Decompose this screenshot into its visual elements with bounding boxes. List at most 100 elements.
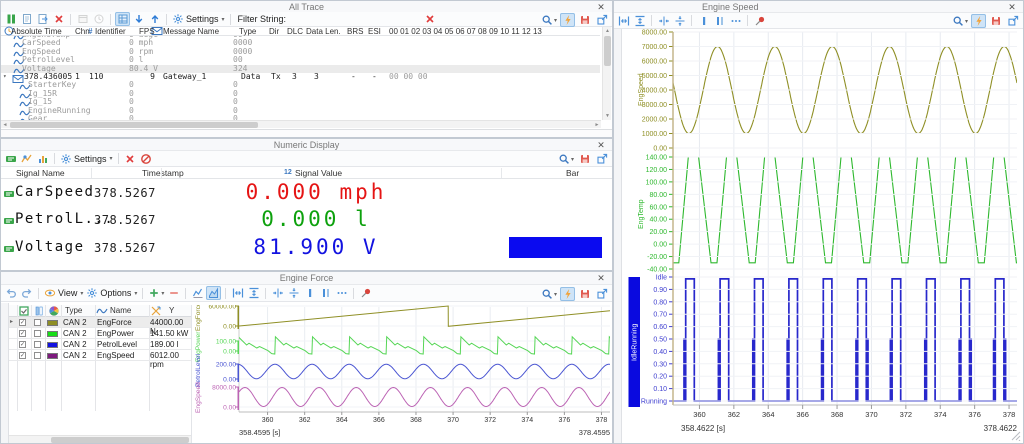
distribute-vertical-button[interactable] [672, 14, 687, 28]
trace-signal-row[interactable]: StarterKey00 [1, 81, 600, 89]
distribute-horizontal-button[interactable] [656, 14, 671, 28]
fit-horizontal-button[interactable] [230, 286, 245, 300]
pin-measure-button[interactable] [752, 14, 767, 28]
scroll-up-icon[interactable]: ▲ [603, 27, 612, 35]
cursor-double-button[interactable] [318, 286, 333, 300]
legend-row-engspeed[interactable]: ✓CAN 2EngSpeed6012.00 rpm [9, 350, 191, 361]
trace-vertical-scrollbar[interactable]: ▲ ▼ [602, 27, 611, 120]
scroll-down-icon[interactable]: ▼ [603, 112, 612, 120]
more-tools-button[interactable] [728, 14, 743, 28]
cursor-single-button[interactable] [696, 14, 711, 28]
detach-window-button[interactable] [594, 287, 609, 301]
settings-button[interactable]: Settings▾ [171, 12, 226, 26]
stop-button[interactable] [139, 152, 154, 166]
remove-signal-button[interactable] [123, 152, 138, 166]
scrollbar-thumb[interactable] [10, 122, 258, 128]
fit-vertical-button[interactable] [246, 286, 261, 300]
redo-button[interactable] [19, 286, 34, 300]
scroll-up-button[interactable] [147, 12, 162, 26]
search-button[interactable]: ▾ [557, 152, 575, 166]
fit-vertical-button[interactable] [632, 14, 647, 28]
scroll-right-icon[interactable]: ► [593, 121, 601, 129]
statistics-button[interactable] [35, 152, 50, 166]
scroll-down-button[interactable] [131, 12, 146, 26]
secondary-checkbox[interactable] [34, 352, 41, 359]
close-icon[interactable]: ✕ [1006, 1, 1018, 13]
live-update-button[interactable] [560, 13, 575, 27]
numeric-row-carspeed[interactable]: CarSpeed378.52670.000 mph [1, 179, 612, 206]
clear-trace-button[interactable] [51, 12, 66, 26]
pause-button[interactable] [3, 12, 18, 26]
copy-button[interactable] [19, 12, 34, 26]
can-filter-button[interactable] [3, 152, 18, 166]
trace-signal-row[interactable]: Ig_15R00 [1, 90, 600, 98]
save-report-button[interactable] [577, 287, 592, 301]
save-report-button[interactable] [577, 13, 592, 27]
save-report-button[interactable] [577, 152, 592, 166]
engine-force-chart[interactable]: 60000.000.00EngForce100.000.00EngPower20… [191, 305, 613, 444]
detach-window-button[interactable] [594, 152, 609, 166]
visible-checkbox[interactable]: ✓ [19, 330, 26, 337]
secondary-checkbox[interactable] [34, 330, 41, 337]
numeric-row-voltage[interactable]: Voltage378.526781.900 V [1, 234, 612, 261]
visible-checkbox[interactable]: ✓ [19, 341, 26, 348]
cursor-single-button[interactable] [302, 286, 317, 300]
live-update-button[interactable] [560, 287, 575, 301]
search-button[interactable]: ▾ [540, 287, 558, 301]
secondary-checkbox[interactable] [34, 341, 41, 348]
search-button[interactable]: ▾ [540, 13, 558, 27]
legend-horizontal-scrollbar[interactable] [9, 435, 191, 443]
remove-signal-button[interactable] [166, 286, 181, 300]
numeric-column-header[interactable]: Signal Name Timestamp 12 Signal Value Ba… [1, 167, 612, 179]
search-button[interactable]: ▾ [951, 14, 969, 28]
trace-signal-row[interactable]: EngSpeed0 rpm0000 [1, 48, 600, 56]
trace-message-row[interactable]: ▾378.43600511109Gateway_1DataTx33--00 00… [1, 73, 600, 81]
time-mode-button[interactable] [91, 12, 106, 26]
detach-window-button[interactable] [1005, 14, 1020, 28]
live-update-button[interactable] [971, 14, 986, 28]
legend-row-engforce[interactable]: ▸✓CAN 2EngForce44000.00 N [9, 317, 191, 328]
fit-horizontal-button[interactable] [616, 14, 631, 28]
distribute-vertical-button[interactable] [286, 286, 301, 300]
scroll-mode-button[interactable] [115, 12, 130, 26]
trace-column-header[interactable]: #Absolute TimeChnIdentifierFPSMessage Na… [1, 27, 600, 36]
view-button[interactable]: View▾ [43, 286, 84, 300]
undo-button[interactable] [3, 286, 18, 300]
detach-window-button[interactable] [594, 13, 609, 27]
legend-row-petrollevel[interactable]: ✓CAN 2PetrolLevel189.00 l [9, 339, 191, 350]
more-tools-button[interactable] [334, 286, 349, 300]
close-icon[interactable]: ✕ [595, 272, 607, 284]
scroll-left-icon[interactable]: ◄ [1, 121, 9, 129]
color-swatch[interactable] [47, 353, 58, 359]
engine-speed-chart[interactable]: 8000.007000.006000.005000.004000.003000.… [623, 29, 1024, 444]
trace-signal-row[interactable]: PetrolLevel0 l00 [1, 56, 600, 64]
resize-grip[interactable] [1009, 429, 1021, 441]
visible-checkbox[interactable]: ✓ [19, 319, 26, 326]
scrollbar-thumb[interactable] [51, 437, 189, 443]
cursor-double-button[interactable] [712, 14, 727, 28]
color-swatch[interactable] [47, 342, 58, 348]
numeric-row-petroll-[interactable]: PetrolL...378.52670.000 l [1, 206, 612, 233]
options-button[interactable]: Options▾ [85, 286, 138, 300]
distribute-horizontal-button[interactable] [270, 286, 285, 300]
trace-signal-row[interactable]: EngineRunning00 [1, 107, 600, 115]
filter-clear-button[interactable] [422, 12, 437, 26]
visible-checkbox[interactable]: ✓ [19, 352, 26, 359]
color-swatch[interactable] [47, 331, 58, 337]
scrollbar-thumb[interactable] [604, 36, 611, 66]
legend-header[interactable]: TypeNameY [9, 305, 191, 317]
add-signal-button[interactable]: ▾ [147, 286, 165, 300]
signal-select-button[interactable] [19, 152, 34, 166]
area-style-button[interactable] [206, 286, 221, 300]
save-report-button[interactable] [988, 14, 1003, 28]
close-icon[interactable]: ✕ [595, 139, 607, 151]
fixed-window-button[interactable] [75, 12, 90, 26]
trace-signal-row[interactable]: CarSpeed0 mph0000 [1, 39, 600, 47]
secondary-checkbox[interactable] [34, 319, 41, 326]
line-style-button[interactable] [190, 286, 205, 300]
trace-horizontal-scrollbar[interactable]: ◄ ► [1, 120, 601, 128]
export-trace-button[interactable] [35, 12, 50, 26]
color-swatch[interactable] [47, 320, 58, 326]
pin-measure-button[interactable] [358, 286, 373, 300]
legend-row-engpower[interactable]: ✓CAN 2EngPower141.50 kW [9, 328, 191, 339]
